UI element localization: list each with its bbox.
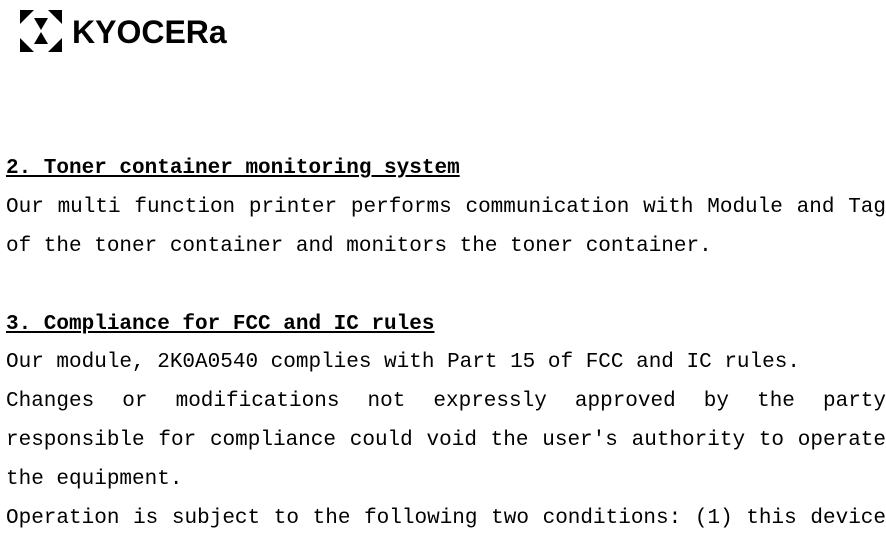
section-2-paragraph-1: Our multi function printer performs comm… <box>6 189 886 267</box>
section-3-paragraph-3: Operation is subject to the following tw… <box>6 500 886 545</box>
section-3-paragraph-2: Changes or modifications not expressly a… <box>6 383 886 500</box>
brand-wordmark: KYOCERa <box>72 14 227 50</box>
brand-logo: KYOCERa <box>20 10 260 52</box>
document-page: KYOCERa 2. Toner container monitoring sy… <box>0 0 886 545</box>
section-3-paragraph-1: Our module, 2K0A0540 complies with Part … <box>6 344 886 383</box>
section-heading-3: 3. Compliance for FCC and IC rules <box>6 306 886 345</box>
section-heading-2: 2. Toner container monitoring system <box>6 150 886 189</box>
document-body: 2. Toner container monitoring system Our… <box>6 150 886 545</box>
section-spacer <box>6 267 886 306</box>
kyocera-logo-icon: KYOCERa <box>20 10 260 52</box>
